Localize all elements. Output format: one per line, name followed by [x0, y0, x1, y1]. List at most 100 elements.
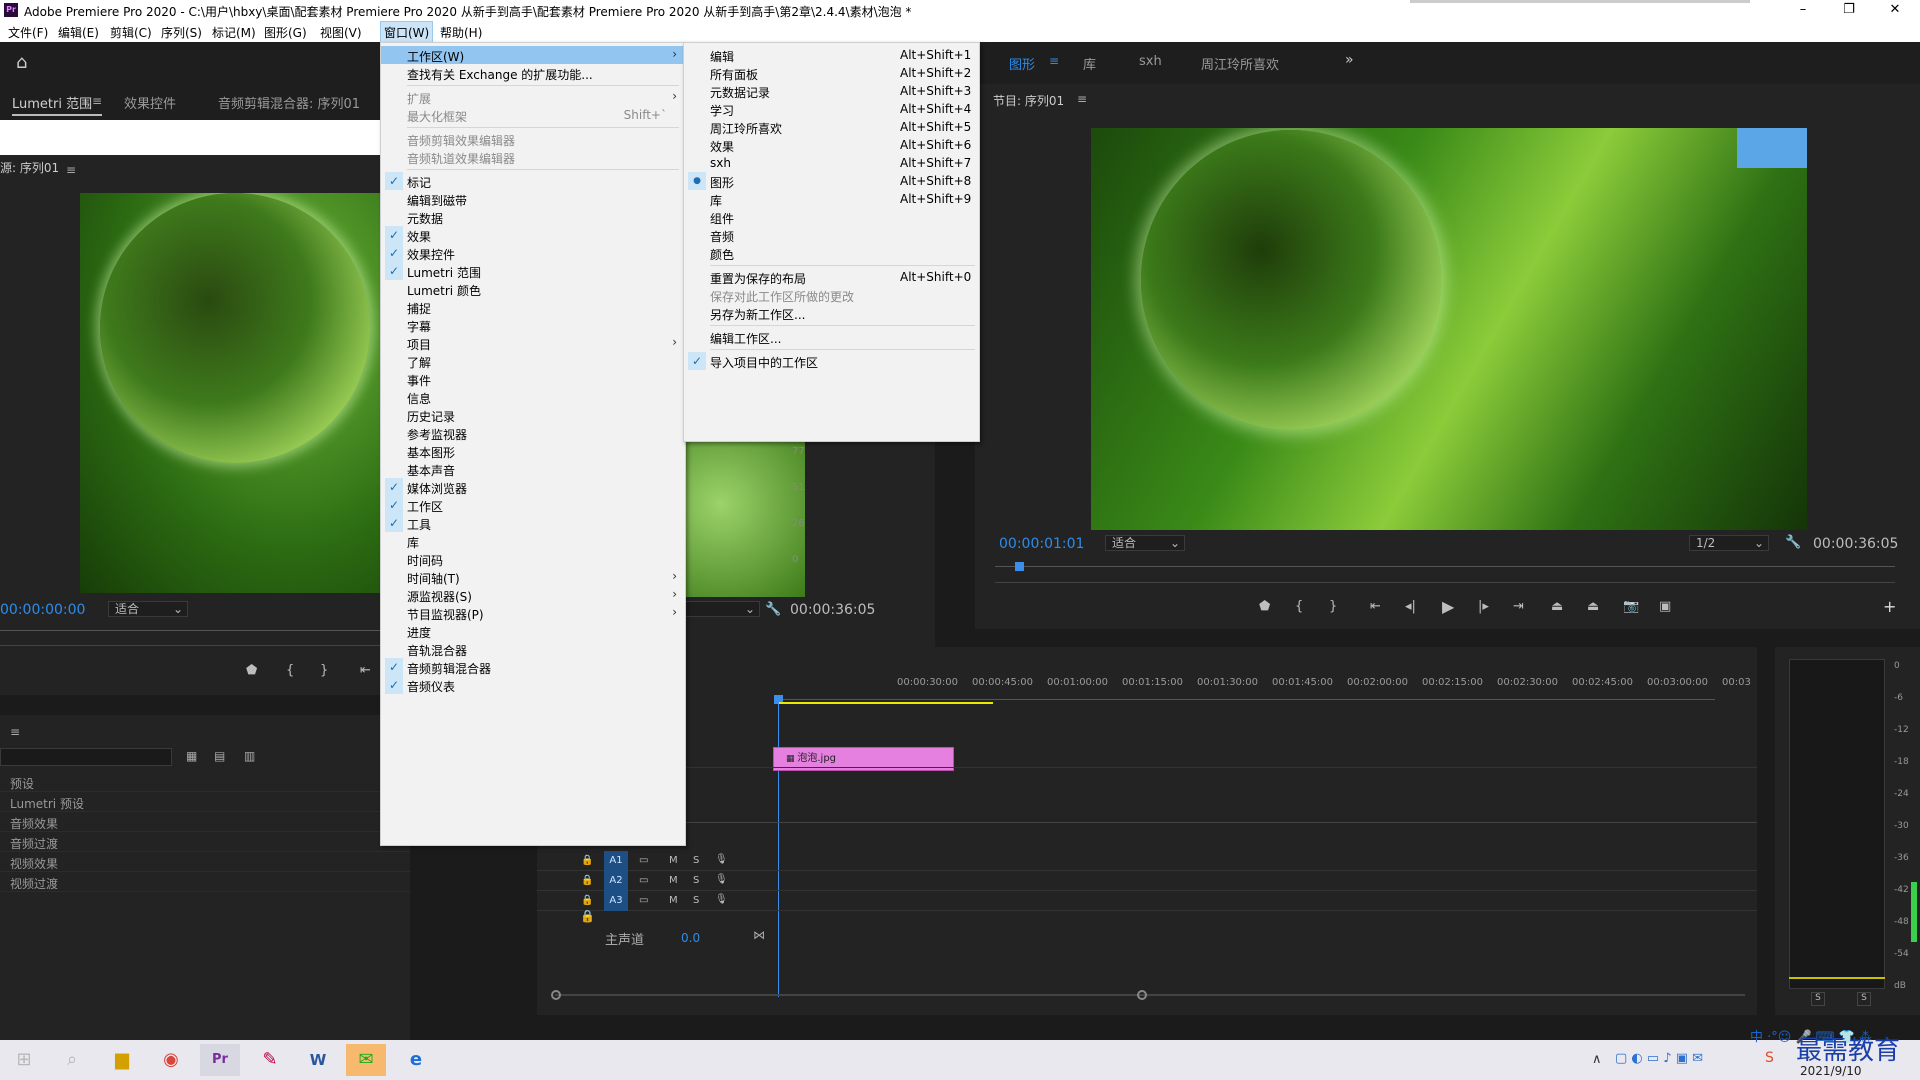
master-value[interactable]: 0.0: [681, 931, 700, 945]
add-marker-icon[interactable]: ⬟: [1259, 599, 1270, 614]
new-bin-icon[interactable]: ▦: [186, 749, 197, 763]
workspace-menu-item[interactable]: 所有面板 Alt+Shift+2: [684, 64, 979, 82]
extract-icon[interactable]: ⏏: [1587, 599, 1599, 614]
window-menu-item[interactable]: 查找有关 Exchange 的扩展功能...: [381, 64, 685, 82]
wrench-icon[interactable]: 🔧: [765, 602, 781, 617]
workspace-menu-item[interactable]: 编辑 Alt+Shift+1: [684, 46, 979, 64]
workspace-menu-item[interactable]: 另存为新工作区...: [684, 304, 979, 322]
record-voice-icon[interactable]: 🎙: [715, 894, 728, 905]
lock-icon[interactable]: 🔒: [581, 875, 593, 886]
window-menu-item[interactable]: 扩展 ›: [381, 88, 685, 106]
effects-item[interactable]: 音频过渡: [0, 832, 410, 852]
search-icon[interactable]: ⌕: [52, 1044, 92, 1076]
play-icon[interactable]: ▶: [1442, 597, 1454, 616]
program-playhead[interactable]: [1015, 562, 1024, 571]
effects-item[interactable]: 视频效果: [0, 852, 410, 872]
program-tab-0[interactable]: 图形: [1009, 54, 1035, 73]
workspace-menu-item[interactable]: 效果 Alt+Shift+6: [684, 136, 979, 154]
32-bit-icon[interactable]: ▤: [214, 749, 225, 763]
lock-icon[interactable]: 🔒: [581, 855, 593, 866]
window-menu-item[interactable]: 节目监视器(P) ›: [381, 604, 685, 622]
add-button-icon[interactable]: +: [1883, 597, 1896, 616]
workspace-menu-item[interactable]: sxh Alt+Shift+7: [684, 154, 979, 172]
solo-left-button[interactable]: S: [1811, 992, 1825, 1006]
track-output-icon[interactable]: ▭: [639, 855, 648, 866]
lock-icon[interactable]: 🔒: [581, 895, 593, 906]
window-menu-item[interactable]: 工作区(W) ›: [381, 46, 685, 64]
show-hidden-icon[interactable]: ∧: [1592, 1052, 1602, 1067]
workspace-menu-item[interactable]: 保存对此工作区所做的更改: [684, 286, 979, 304]
track-target-button[interactable]: A2: [604, 871, 628, 891]
window-menu-item[interactable]: 音频剪辑效果编辑器: [381, 130, 685, 148]
tray-icons[interactable]: ▢ ◐ ▭ ♪ ▣ ✉: [1615, 1051, 1703, 1066]
window-menu-item[interactable]: ✓ Lumetri 范围: [381, 262, 685, 280]
program-fit-dropdown[interactable]: 适合 ⌄: [1105, 535, 1185, 551]
window-menu-item[interactable]: 历史记录: [381, 406, 685, 424]
work-area-bar[interactable]: [778, 702, 993, 704]
windows-start-icon[interactable]: ⊞: [4, 1044, 44, 1076]
track-output-icon[interactable]: ▭: [639, 875, 648, 886]
menu-8[interactable]: 帮助(H): [440, 24, 482, 41]
window-menu-item[interactable]: 捕捉: [381, 298, 685, 316]
lock-icon[interactable]: 🔒: [580, 909, 595, 923]
step-forward-icon[interactable]: |▸: [1478, 599, 1489, 614]
program-tab-2[interactable]: sxh: [1139, 54, 1162, 69]
window-menu-item[interactable]: ✓ 标记: [381, 172, 685, 190]
window-menu-item[interactable]: 最大化框架 Shift+`: [381, 106, 685, 124]
workspace-menu-item[interactable]: ✓ 导入项目中的工作区: [684, 352, 979, 370]
mark-in-icon[interactable]: {: [1295, 599, 1303, 614]
window-menu-item[interactable]: ✓ 效果: [381, 226, 685, 244]
workspace-menu-item[interactable]: ● 图形 Alt+Shift+8: [684, 172, 979, 190]
minimize-button[interactable]: –: [1780, 0, 1826, 20]
solo-right-button[interactable]: S: [1857, 992, 1871, 1006]
word-icon[interactable]: W: [298, 1044, 338, 1076]
program-tab-1[interactable]: 库: [1083, 54, 1096, 73]
window-menu-item[interactable]: ✓ 媒体浏览器: [381, 478, 685, 496]
panel-menu-icon[interactable]: ≡: [66, 163, 76, 177]
sogou-icon[interactable]: S: [1765, 1050, 1774, 1066]
workspace-menu-item[interactable]: 周江玲所喜欢 Alt+Shift+5: [684, 118, 979, 136]
source-fit-dropdown[interactable]: 适合 ⌄: [108, 601, 188, 617]
comparison-view-icon[interactable]: ▣: [1659, 599, 1671, 614]
menu-1[interactable]: 编辑(E): [58, 24, 99, 41]
workspace-menu-item[interactable]: 编辑工作区...: [684, 328, 979, 346]
window-menu-item[interactable]: 库: [381, 532, 685, 550]
timeline-horizontal-scroll[interactable]: [555, 994, 1745, 996]
workspace-menu-item[interactable]: 组件: [684, 208, 979, 226]
window-menu-item[interactable]: ✓ 效果控件: [381, 244, 685, 262]
record-voice-icon[interactable]: 🎙: [715, 854, 728, 865]
menu-6[interactable]: 视图(V): [320, 24, 362, 41]
program-resolution-dropdown[interactable]: 1/2 ⌄: [1689, 535, 1769, 551]
window-menu-item[interactable]: 源监视器(S) ›: [381, 586, 685, 604]
window-menu-item[interactable]: 项目 ›: [381, 334, 685, 352]
premiere-taskbar-icon[interactable]: Pr: [200, 1044, 240, 1076]
menu-2[interactable]: 剪辑(C): [110, 24, 152, 41]
window-menu-item[interactable]: 了解: [381, 352, 685, 370]
home-icon[interactable]: ⌂: [16, 52, 27, 73]
track-output-icon[interactable]: ▭: [639, 895, 648, 906]
track-target-button[interactable]: A3: [604, 891, 628, 911]
lift-icon[interactable]: ⏏: [1551, 599, 1563, 614]
window-menu-item[interactable]: 编辑到磁带: [381, 190, 685, 208]
mute-button[interactable]: M: [669, 875, 678, 886]
panel-menu-icon[interactable]: ≡: [92, 94, 102, 108]
window-menu-item[interactable]: 音频轨道效果编辑器: [381, 148, 685, 166]
go-to-in-icon[interactable]: ⇤: [1370, 599, 1381, 614]
effects-item[interactable]: 视频过渡: [0, 872, 410, 892]
window-menu-item[interactable]: ✓ 工具: [381, 514, 685, 532]
yuv-icon[interactable]: ▥: [244, 749, 255, 763]
window-menu-item[interactable]: 字幕: [381, 316, 685, 334]
go-to-out-icon[interactable]: ⇥: [1513, 599, 1524, 614]
go-to-in-icon[interactable]: ⇤: [360, 663, 371, 678]
mute-button[interactable]: M: [669, 895, 678, 906]
effects-item[interactable]: Lumetri 预设: [0, 792, 410, 812]
window-menu-item[interactable]: 时间码: [381, 550, 685, 568]
mark-out-icon[interactable]: }: [1329, 599, 1337, 614]
paint-icon[interactable]: ✎: [250, 1044, 290, 1076]
effects-search-input[interactable]: [0, 748, 172, 766]
workspace-menu-item[interactable]: 元数据记录 Alt+Shift+3: [684, 82, 979, 100]
panel-menu-icon[interactable]: ≡: [1077, 92, 1087, 106]
window-menu-item[interactable]: 参考监视器: [381, 424, 685, 442]
window-menu-item[interactable]: 基本图形: [381, 442, 685, 460]
panel-menu-icon[interactable]: ≡: [10, 725, 20, 739]
